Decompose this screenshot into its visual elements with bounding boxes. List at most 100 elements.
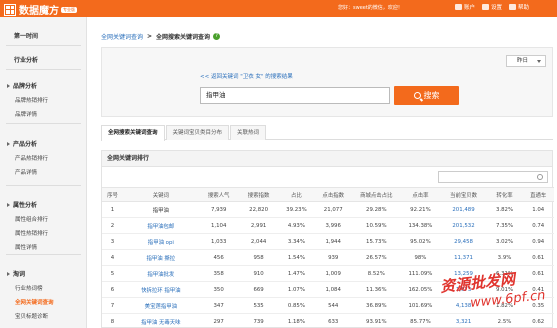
sidebar-head[interactable]: 行业分析 [0, 55, 87, 64]
table-header-row: 序号 关键词 搜索人气 搜索指数 占比 点击指数 商城点击占比 点击率 当前宝贝… [102, 187, 554, 202]
sidebar-group-brand: 品牌分析 品牌热销排行 品牌详情 [0, 81, 87, 118]
settings-link[interactable]: 设置 [482, 3, 502, 11]
table-cell: 6 [102, 281, 124, 298]
column-header[interactable]: 商城点击占比 [352, 187, 401, 202]
sidebar-item-attr-detail[interactable]: 属性详情 [0, 243, 87, 251]
sidebar-head-attribute[interactable]: 属性分析 [0, 200, 87, 209]
table-cell: 456 [198, 249, 239, 266]
logo[interactable]: 数据魔方 专业版 [4, 2, 77, 17]
sidebar-item-title-diagnosis[interactable]: 宝贝标题诊断 [0, 312, 87, 320]
table-cell: 2 [102, 217, 124, 234]
keyword-link[interactable]: 指甲油包邮 [123, 217, 199, 234]
column-header[interactable]: 点击率 [400, 187, 441, 202]
sidebar-group-first-time[interactable]: 第一时间 [0, 31, 87, 40]
table-row[interactable]: 4 指甲油 撕拉 456 958 1.54% 939 26.57% 98% 11,371 3.9%… [102, 249, 554, 266]
table-cell: 0.61 [522, 249, 554, 266]
column-header[interactable]: 占比 [278, 187, 315, 202]
sidebar-item-hot-words[interactable]: 行业热词榜 [0, 284, 87, 292]
breadcrumb-link[interactable]: 全网关键词查询 [101, 32, 143, 41]
keyword-link[interactable]: 指甲油批发 [123, 265, 199, 282]
table-cell: 1.07% [278, 281, 315, 298]
item-count-link[interactable]: 201,532 [440, 217, 487, 234]
table-cell: 3.34% [278, 233, 315, 250]
table-row[interactable]: 2 指甲油包邮 1,104 2,991 4.93% 3,996 10.59% 134.38% 2… [102, 217, 554, 234]
keyword-link[interactable]: 指甲油 撕拉 [123, 249, 199, 266]
sidebar-item-attr-rank[interactable]: 属性热销排行 [0, 229, 87, 237]
sidebar-item-attr-combo[interactable]: 属性组合排行 [0, 215, 87, 223]
table-cell: 3.9% [486, 249, 523, 266]
table-cell: 1.18% [278, 313, 315, 328]
column-header[interactable]: 转化率 [486, 187, 523, 202]
table-cell: 0.62 [522, 313, 554, 328]
column-header[interactable]: 搜索指数 [238, 187, 279, 202]
table-row[interactable]: 8 指甲油 无毒天味 297 739 1.18% 633 93.91% 85.77% 3,321… [102, 313, 554, 328]
sidebar-item-brand-detail[interactable]: 品牌详情 [0, 110, 87, 118]
table-cell: 2.5% [486, 313, 523, 328]
column-header[interactable]: 当前宝贝数 [440, 187, 487, 202]
table-row[interactable]: 3 指甲油 opi 1,033 2,044 3.34% 1,944 15.73% 95.02%… [102, 233, 554, 250]
help-icon [509, 4, 516, 10]
column-header[interactable]: 直通车 [522, 187, 554, 202]
filter-input[interactable] [438, 171, 548, 183]
item-count-link[interactable]: 3,321 [440, 313, 487, 328]
table-cell: 162.05% [400, 281, 441, 298]
table-cell: 2,044 [238, 233, 279, 250]
column-header[interactable]: 点击指数 [314, 187, 353, 202]
sidebar-head-brand[interactable]: 品牌分析 [0, 81, 87, 90]
item-count-link[interactable]: 29,458 [440, 233, 487, 250]
table-cell: 8.52% [352, 265, 401, 282]
tab-bar: 全网搜索关键词查询 关键词宝贝类目分布 关联热词 [101, 125, 553, 141]
sidebar-item-product-rank[interactable]: 产品热销排行 [0, 154, 87, 162]
sidebar-group-words: 淘词 行业热词榜 全网关键词查询 宝贝标题诊断 [0, 269, 87, 320]
search-button[interactable]: 搜索 [394, 86, 459, 105]
column-header[interactable]: 关键词 [123, 187, 199, 202]
panel-title: 全网关键词排行 [102, 151, 552, 167]
divider [6, 123, 81, 124]
sidebar-item-product-detail[interactable]: 产品详情 [0, 168, 87, 176]
sidebar-item-brand-rank[interactable]: 品牌热销排行 [0, 96, 87, 104]
table-cell: 544 [314, 297, 353, 314]
sidebar-head-words[interactable]: 淘词 [0, 269, 87, 278]
table-cell: 0.94 [522, 233, 554, 250]
sidebar-head-product[interactable]: 产品分析 [0, 139, 87, 148]
tab-related-words[interactable]: 关联热词 [230, 125, 267, 140]
table-cell: 1.47% [278, 265, 315, 282]
help-icon[interactable]: ? [213, 33, 221, 40]
table-cell: 3,996 [314, 217, 353, 234]
table-cell: 350 [198, 281, 239, 298]
item-count-link[interactable]: 11,371 [440, 249, 487, 266]
tab-category-distribution[interactable]: 关键词宝贝类目分布 [165, 125, 230, 140]
sidebar-group-product: 产品分析 产品热销排行 产品详情 [0, 139, 87, 176]
account-link[interactable]: 账户 [455, 3, 475, 11]
sidebar-group-attribute: 属性分析 属性组合排行 属性热销排行 属性详情 [0, 200, 87, 251]
keyword-link[interactable]: 指甲油 opi [123, 233, 199, 250]
sidebar-group-industry[interactable]: 行业分析 [0, 55, 87, 64]
logo-badge: 专业版 [61, 6, 77, 13]
table-cell: 11.36% [352, 281, 401, 298]
table-cell: 39.23% [278, 201, 315, 218]
keyword-link[interactable]: 指甲油 无毒天味 [123, 313, 199, 328]
expand-arrow-icon [7, 271, 10, 276]
sidebar-head[interactable]: 第一时间 [0, 31, 87, 40]
item-count-link[interactable]: 201,489 [440, 201, 487, 218]
keyword-link[interactable]: 指甲油 [123, 201, 199, 218]
back-link[interactable]: << 返回关键词 "卫衣 女" 的搜索结果 [200, 72, 293, 80]
sidebar-item-keyword-query[interactable]: 全网关键词查询 [0, 298, 87, 306]
table-cell: 95.02% [400, 233, 441, 250]
column-header[interactable]: 搜索人气 [198, 187, 239, 202]
table-cell: 1 [102, 201, 124, 218]
date-select[interactable]: 昨日 [506, 55, 546, 67]
table-cell: 958 [238, 249, 279, 266]
table-cell: 4.93% [278, 217, 315, 234]
column-header: 序号 [102, 187, 124, 202]
search-input[interactable]: 指甲油 [200, 87, 390, 104]
table-row[interactable]: 1 指甲油 7,939 22,820 39.23% 21,077 29.28% 92.21% 2… [102, 201, 554, 218]
divider [6, 185, 81, 186]
table-cell: 15.73% [352, 233, 401, 250]
tab-keyword-query[interactable]: 全网搜索关键词查询 [101, 125, 165, 141]
help-link[interactable]: 帮助 [509, 3, 529, 11]
keyword-link[interactable]: 美宝莲指甲油 [123, 297, 199, 314]
keyword-link[interactable]: 快拆拉环 指甲油 [123, 281, 199, 298]
logo-grid-icon [4, 3, 16, 16]
welcome-text: 您好：sweet的微信，欢迎！ [338, 5, 403, 11]
